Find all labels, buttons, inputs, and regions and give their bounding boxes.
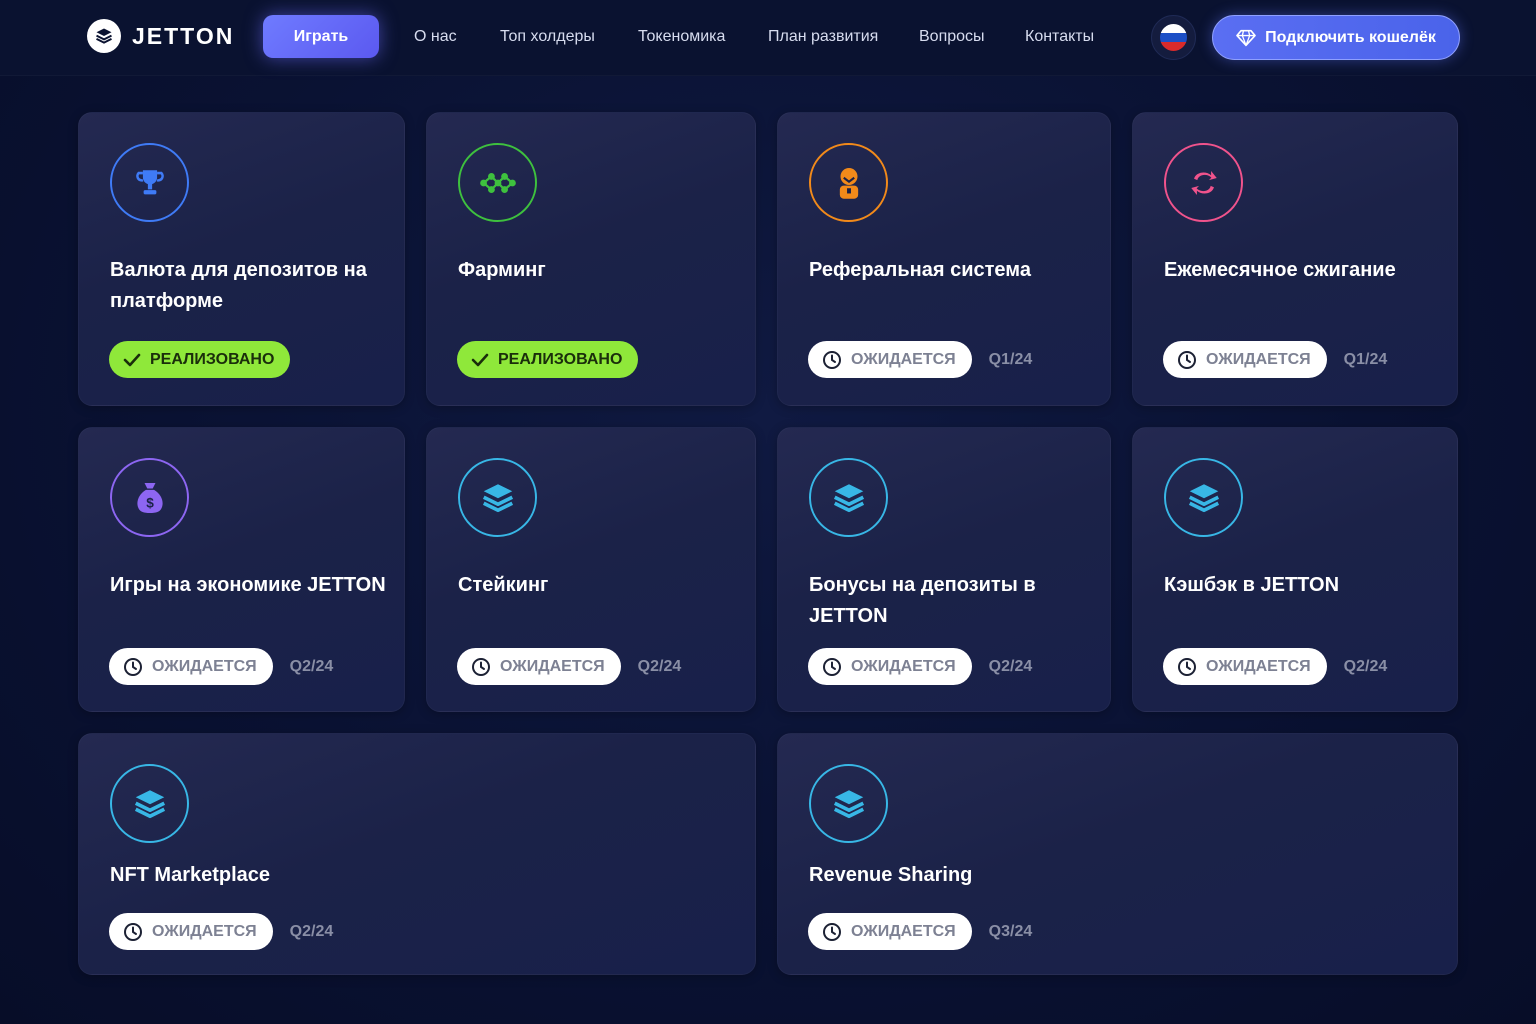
- status-badge: РЕАЛИЗОВАНО: [109, 341, 291, 378]
- status-badge: ОЖИДАЕТСЯ: [457, 648, 621, 685]
- clock-icon: [823, 350, 841, 369]
- status-badge: ОЖИДАЕТСЯ: [109, 913, 273, 950]
- status-row: ОЖИДАЕТСЯ Q2/24: [109, 648, 333, 685]
- quarter-label: Q2/24: [988, 657, 1033, 675]
- nav-faq[interactable]: Вопросы: [919, 28, 985, 46]
- connect-wallet-button[interactable]: Подключить кошелёк: [1212, 15, 1460, 60]
- brand-name: JETTON: [132, 22, 235, 49]
- quarter-label: Q3/24: [988, 922, 1033, 940]
- trophy-icon: [110, 143, 189, 222]
- roadmap-card: Стейкинг ОЖИДАЕТСЯ Q2/24: [426, 427, 756, 712]
- status-row: ОЖИДАЕТСЯ Q2/24: [109, 913, 333, 950]
- diamond-icon: [1236, 29, 1256, 46]
- nav-about[interactable]: О нас: [414, 28, 457, 46]
- clock-icon: [823, 922, 841, 941]
- card-title: Бонусы на депозиты в JETTON: [809, 574, 1036, 627]
- status-badge: ОЖИДАЕТСЯ: [808, 913, 972, 950]
- roadmap-card: Revenue Sharing ОЖИДАЕТСЯ Q3/24: [777, 733, 1458, 975]
- card-title: Реферальная система: [809, 259, 1031, 281]
- quarter-label: Q1/24: [988, 350, 1033, 368]
- nav-top-holders[interactable]: Топ холдеры: [500, 28, 595, 46]
- status-label: ОЖИДАЕТСЯ: [500, 657, 605, 675]
- roadmap-card: NFT Marketplace ОЖИДАЕТСЯ Q2/24: [78, 733, 756, 975]
- money-bag-icon: $: [110, 458, 189, 537]
- svg-text:$: $: [146, 495, 154, 510]
- layers-icon: [1164, 458, 1243, 537]
- layers-icon: [809, 458, 888, 537]
- status-row: ОЖИДАЕТСЯ Q1/24: [1163, 341, 1387, 378]
- status-badge: ОЖИДАЕТСЯ: [1163, 341, 1327, 378]
- top-header: JETTON Играть О нас Топ холдеры Токеноми…: [0, 0, 1536, 76]
- status-label: ОЖИДАЕТСЯ: [851, 657, 956, 675]
- clock-icon: [1178, 350, 1196, 369]
- status-badge: ОЖИДАЕТСЯ: [808, 648, 972, 685]
- user-icon: [809, 143, 888, 222]
- status-badge: ОЖИДАЕТСЯ: [808, 341, 972, 378]
- card-title: Кэшбэк в JETTON: [1164, 574, 1340, 596]
- card-title: Фарминг: [458, 259, 546, 281]
- clock-icon: [124, 922, 142, 941]
- nav-tokenomics[interactable]: Токеномика: [638, 28, 725, 46]
- status-label: РЕАЛИЗОВАНО: [150, 350, 275, 368]
- card-title: Игры на экономике JETTON: [110, 574, 386, 596]
- clock-icon: [1178, 657, 1196, 676]
- roadmap-card: Кэшбэк в JETTON ОЖИДАЕТСЯ Q2/24: [1132, 427, 1458, 712]
- logo-layers-icon: [87, 19, 121, 53]
- status-label: ОЖИДАЕТСЯ: [1206, 657, 1311, 675]
- check-icon: [471, 353, 489, 366]
- roadmap-card: Фарминг РЕАЛИЗОВАНО: [426, 112, 756, 406]
- status-badge: ОЖИДАЕТСЯ: [109, 648, 273, 685]
- refresh-icon: [1164, 143, 1243, 222]
- network-icon: [458, 143, 537, 222]
- roadmap-card: Реферальная система ОЖИДАЕТСЯ Q1/24: [777, 112, 1111, 406]
- status-row: ОЖИДАЕТСЯ Q2/24: [457, 648, 681, 685]
- quarter-label: Q1/24: [1343, 350, 1388, 368]
- roadmap-card: $ Игры на экономике JETTON ОЖИДАЕТСЯ Q2/…: [78, 427, 405, 712]
- layers-icon: [110, 764, 189, 843]
- language-switcher[interactable]: [1151, 15, 1196, 60]
- clock-icon: [124, 657, 142, 676]
- nav-contacts[interactable]: Контакты: [1025, 28, 1094, 46]
- roadmap-card: Ежемесячное сжигание ОЖИДАЕТСЯ Q1/24: [1132, 112, 1458, 406]
- quarter-label: Q2/24: [289, 657, 334, 675]
- status-label: РЕАЛИЗОВАНО: [498, 350, 623, 368]
- check-icon: [123, 353, 141, 366]
- status-row: РЕАЛИЗОВАНО: [109, 341, 291, 378]
- card-title: Валюта для депозитов на платформе: [110, 259, 367, 312]
- quarter-label: Q2/24: [1343, 657, 1388, 675]
- status-label: ОЖИДАЕТСЯ: [851, 350, 956, 368]
- roadmap-card: Валюта для депозитов на платформе РЕАЛИЗ…: [78, 112, 405, 406]
- status-label: ОЖИДАЕТСЯ: [152, 922, 257, 940]
- status-label: ОЖИДАЕТСЯ: [1206, 350, 1311, 368]
- status-badge: ОЖИДАЕТСЯ: [1163, 648, 1327, 685]
- roadmap-card: Бонусы на депозиты в JETTON ОЖИДАЕТСЯ Q2…: [777, 427, 1111, 712]
- layers-icon: [458, 458, 537, 537]
- status-row: ОЖИДАЕТСЯ Q3/24: [808, 913, 1032, 950]
- status-row: РЕАЛИЗОВАНО: [457, 341, 639, 378]
- layers-icon: [809, 764, 888, 843]
- russia-flag-icon: [1160, 24, 1187, 51]
- card-title: NFT Marketplace: [110, 864, 271, 886]
- play-button[interactable]: Играть: [263, 15, 379, 58]
- status-row: ОЖИДАЕТСЯ Q2/24: [808, 648, 1032, 685]
- brand-logo[interactable]: JETTON: [87, 19, 234, 53]
- clock-icon: [472, 657, 490, 676]
- quarter-label: Q2/24: [289, 922, 334, 940]
- clock-icon: [823, 657, 841, 676]
- status-row: ОЖИДАЕТСЯ Q1/24: [808, 341, 1032, 378]
- nav-roadmap[interactable]: План развития: [768, 28, 878, 46]
- card-title: Revenue Sharing: [809, 864, 973, 886]
- card-title: Стейкинг: [458, 574, 549, 596]
- status-label: ОЖИДАЕТСЯ: [851, 922, 956, 940]
- card-title: Ежемесячное сжигание: [1164, 259, 1396, 281]
- status-badge: РЕАЛИЗОВАНО: [457, 341, 639, 378]
- quarter-label: Q2/24: [637, 657, 682, 675]
- status-row: ОЖИДАЕТСЯ Q2/24: [1163, 648, 1387, 685]
- connect-wallet-label: Подключить кошелёк: [1265, 28, 1436, 46]
- status-label: ОЖИДАЕТСЯ: [152, 657, 257, 675]
